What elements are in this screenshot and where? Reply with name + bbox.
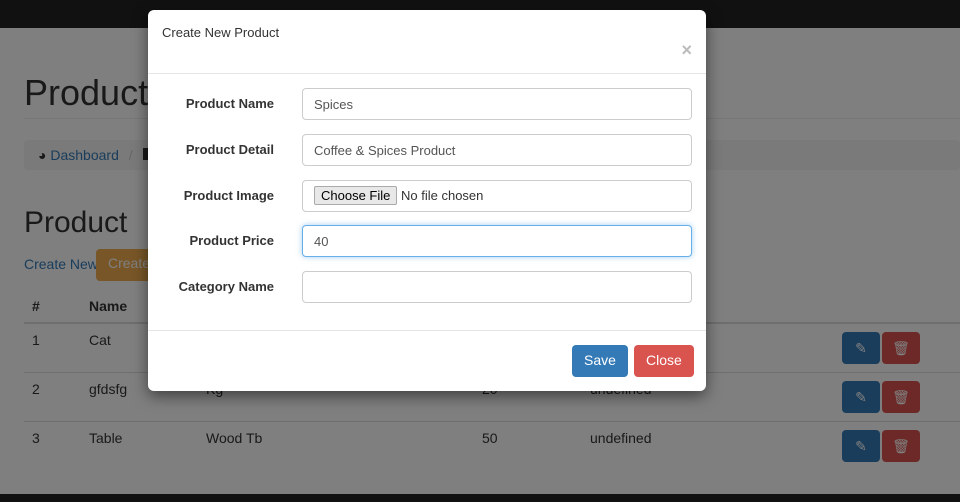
label-product-image: Product Image — [183, 188, 274, 203]
modal-footer-divider — [148, 330, 706, 331]
label-product-detail: Product Detail — [185, 142, 274, 157]
product-price-input[interactable] — [302, 225, 692, 257]
close-button[interactable]: Close — [634, 345, 694, 377]
choose-file-button[interactable]: Choose File — [314, 186, 398, 205]
modal-header: Create New Product × — [148, 10, 706, 74]
close-icon[interactable]: × — [681, 40, 692, 61]
save-button[interactable]: Save — [572, 345, 628, 377]
label-category-name: Category Name — [178, 279, 274, 294]
create-product-modal: Create New Product × Product Name Produc… — [148, 10, 706, 391]
file-status: No file chosen — [401, 188, 484, 203]
category-name-input[interactable] — [302, 271, 692, 303]
label-product-price: Product Price — [189, 233, 274, 248]
product-name-input[interactable] — [302, 88, 692, 120]
product-detail-input[interactable] — [302, 134, 692, 166]
product-image-file-input[interactable]: Choose File No file chosen — [302, 180, 692, 212]
label-product-name: Product Name — [185, 96, 274, 111]
modal-title: Create New Product — [162, 25, 280, 40]
